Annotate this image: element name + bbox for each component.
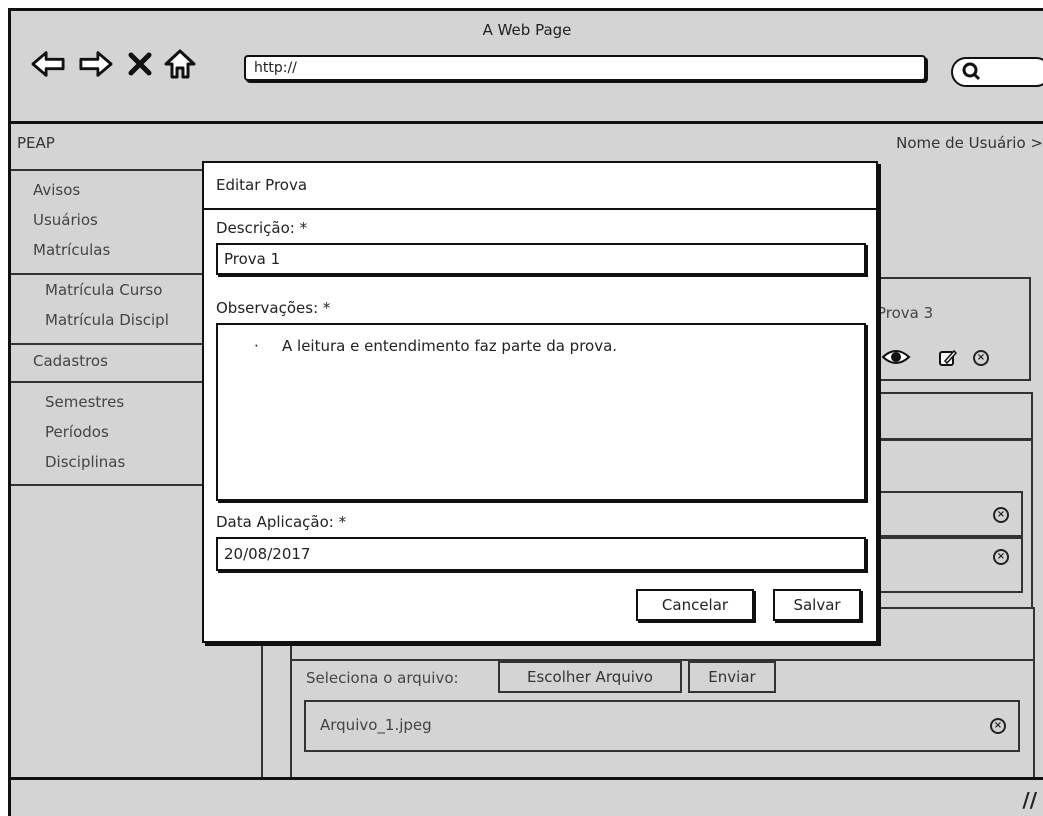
- status-bar: //: [11, 777, 1043, 816]
- remove-item-icon[interactable]: ×: [993, 507, 1009, 523]
- home-icon[interactable]: [163, 47, 197, 81]
- browser-window: A Web Page http:// PEAP Nome de Usuário …: [8, 8, 1043, 816]
- forward-arrow-icon[interactable]: [79, 47, 113, 81]
- sidebar-item-matriculas[interactable]: Matrículas: [33, 241, 110, 259]
- app-brand[interactable]: PEAP: [17, 134, 55, 152]
- descricao-input[interactable]: Prova 1: [216, 243, 866, 275]
- view-eye-icon[interactable]: [881, 347, 911, 371]
- user-menu-link[interactable]: Nome de Usuário >: [896, 134, 1043, 152]
- send-button[interactable]: Enviar: [688, 661, 776, 693]
- sidebar-item-periodos[interactable]: Períodos: [45, 423, 109, 441]
- file-list-item: Arquivo_1.jpeg ×: [304, 700, 1020, 752]
- remove-file-icon[interactable]: ×: [990, 718, 1006, 734]
- window-title: A Web Page: [482, 21, 572, 39]
- remove-item-icon[interactable]: ×: [993, 549, 1009, 565]
- prova-card-title: Prova 3: [877, 304, 934, 322]
- resize-handle-icon[interactable]: //: [1022, 788, 1037, 812]
- sidebar-item-avisos[interactable]: Avisos: [33, 181, 80, 199]
- sidebar-item-cadastros[interactable]: Cadastros: [33, 352, 108, 370]
- descricao-label: Descrição: *: [216, 219, 308, 237]
- observacoes-textarea[interactable]: · A leitura e entendimento faz parte da …: [216, 323, 866, 501]
- save-button[interactable]: Salvar: [773, 589, 861, 621]
- close-x-icon[interactable]: [123, 47, 157, 81]
- prova-card: Prova 3 ×: [851, 277, 1031, 381]
- edit-prova-dialog: Editar Prova Descrição: * Prova 1 Observ…: [202, 161, 878, 643]
- cancel-button[interactable]: Cancelar: [636, 589, 754, 621]
- file-name: Arquivo_1.jpeg: [320, 716, 432, 734]
- choose-file-button[interactable]: Escolher Arquivo: [498, 661, 682, 693]
- observacoes-label: Observações: *: [216, 299, 331, 317]
- delete-icon[interactable]: ×: [973, 350, 989, 366]
- edit-icon[interactable]: [939, 349, 958, 371]
- sidebar-item-disciplinas[interactable]: Disciplinas: [45, 453, 125, 471]
- section-header-panel: [851, 392, 1033, 440]
- browser-search-box[interactable]: [951, 57, 1043, 87]
- search-icon: [961, 61, 981, 86]
- data-aplicacao-label: Data Aplicação: *: [216, 513, 347, 531]
- dialog-header: Editar Prova: [204, 163, 876, 210]
- back-arrow-icon[interactable]: [31, 47, 65, 81]
- sidebar-item-semestres[interactable]: Semestres: [45, 393, 124, 411]
- sidebar-item-matricula-disciplina[interactable]: Matrícula Discipl: [45, 311, 169, 329]
- observacoes-text: A leitura e entendimento faz parte da pr…: [282, 337, 618, 355]
- address-bar[interactable]: http://: [244, 55, 926, 81]
- bullet-icon: ·: [254, 337, 259, 355]
- sidebar-item-matricula-curso[interactable]: Matrícula Curso: [45, 281, 162, 299]
- dialog-title: Editar Prova: [216, 176, 308, 194]
- upload-label: Seleciona o arquivo:: [306, 669, 459, 687]
- data-aplicacao-input[interactable]: 20/08/2017: [216, 537, 866, 571]
- sidebar-item-usuarios[interactable]: Usuários: [33, 211, 98, 229]
- browser-toolbar: A Web Page http://: [11, 11, 1043, 124]
